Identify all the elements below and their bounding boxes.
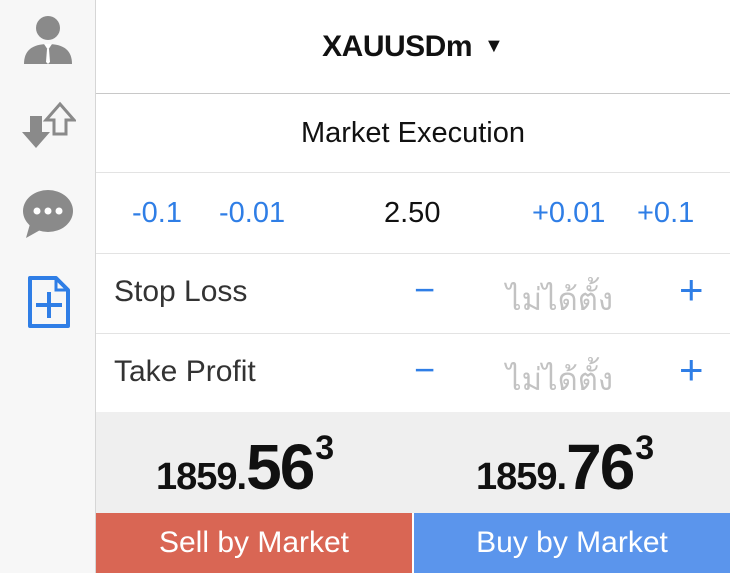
stop-loss-row: Stop Loss − ไม่ได้ตั้ง + — [96, 254, 730, 334]
stop-loss-plus-button[interactable]: + — [679, 266, 704, 314]
take-profit-label: Take Profit — [114, 355, 256, 388]
buy-price-big: 76 — [566, 431, 635, 503]
volume-increase-small-button[interactable]: +0.01 — [532, 197, 605, 230]
sell-price-prefix: 1859. — [156, 456, 247, 498]
volume-row: -0.1 -0.01 2.50 +0.01 +0.1 — [96, 173, 730, 254]
stop-loss-field[interactable]: ไม่ได้ตั้ง — [506, 274, 613, 324]
caret-down-icon: ▼ — [484, 35, 504, 57]
volume-value[interactable]: 2.50 — [384, 197, 440, 230]
sidebar — [0, 0, 96, 573]
sell-price: 1859.563 — [156, 429, 335, 504]
symbol-name: XAUUSDm — [322, 29, 473, 63]
take-profit-field[interactable]: ไม่ได้ตั้ง — [506, 354, 613, 404]
buy-price: 1859.763 — [476, 429, 655, 504]
price-panel: 1859.563 1859.763 — [96, 412, 730, 513]
new-order-icon[interactable] — [20, 274, 76, 330]
buy-price-sup: 3 — [635, 429, 655, 467]
stop-loss-minus-button[interactable]: − — [414, 269, 435, 311]
user-icon[interactable] — [20, 10, 76, 66]
sell-button-label: Sell by Market — [158, 526, 350, 559]
sell-price-sup: 3 — [315, 429, 335, 467]
symbol-selector[interactable]: XAUUSDm ▼ — [96, 0, 730, 94]
buy-button-label: Buy by Market — [476, 526, 668, 559]
chat-icon[interactable] — [20, 186, 76, 242]
order-panel: XAUUSDm ▼ Market Execution -0.1 -0.01 2.… — [96, 0, 730, 573]
sell-by-market-button[interactable]: Sell by Market — [96, 513, 413, 573]
stop-loss-label: Stop Loss — [114, 275, 248, 308]
volume-decrease-small-button[interactable]: -0.01 — [219, 197, 285, 230]
take-profit-row: Take Profit − ไม่ได้ตั้ง + — [96, 334, 730, 414]
buy-price-prefix: 1859. — [476, 456, 567, 498]
sell-price-big: 56 — [246, 431, 315, 503]
take-profit-minus-button[interactable]: − — [414, 349, 435, 391]
volume-decrease-large-button[interactable]: -0.1 — [132, 197, 182, 230]
take-profit-plus-button[interactable]: + — [679, 346, 704, 394]
buy-by-market-button[interactable]: Buy by Market — [414, 513, 730, 573]
execution-type-selector[interactable]: Market Execution — [96, 94, 730, 173]
volume-increase-large-button[interactable]: +0.1 — [637, 197, 694, 230]
transfer-icon[interactable] — [20, 98, 78, 154]
execution-type-label: Market Execution — [300, 116, 526, 149]
